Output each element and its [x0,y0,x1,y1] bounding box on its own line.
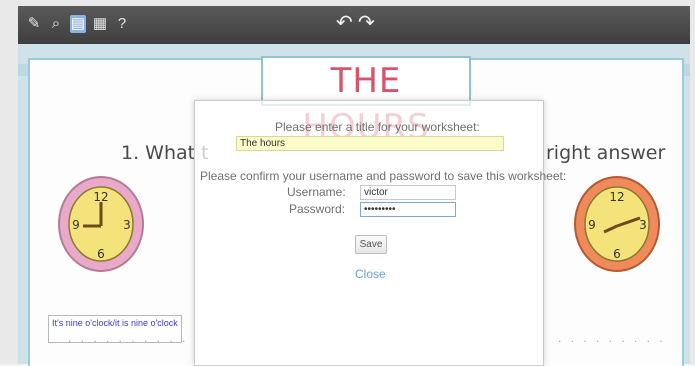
save-worksheet-dialog: Please enter a title for your worksheet:… [194,100,566,366]
svg-text:6: 6 [97,247,105,261]
undo-icon[interactable]: ↶ [336,13,353,33]
answer-dotted-line-right: . . . . . . . . . [558,331,666,345]
svg-text:6: 6 [613,247,621,261]
edit-icon[interactable]: ✎ [26,15,42,33]
close-link[interactable]: Close [355,267,386,281]
answer-dotted-line: . . . . . . . . . . [68,331,189,345]
svg-text:12: 12 [609,190,624,204]
worksheet-title-box[interactable]: THE HOURS [261,56,471,147]
password-label: Password: [289,202,346,216]
confirm-prompt-label: Please confirm your username and passwor… [200,169,567,183]
save-icon[interactable]: ▤ [70,15,86,33]
print-icon[interactable]: ▦ [92,15,108,33]
app-frame: ✎ ⌕ ▤ ▦ ? ↶ ↷ THE HOURS 1. What t right … [0,0,695,366]
question-text-right: right answer [546,142,666,164]
clock-right-image: 12 9 3 6 [574,176,660,272]
title-prompt-label: Please enter a title for your worksheet: [275,120,480,134]
save-button[interactable]: Save [355,235,387,254]
help-icon[interactable]: ? [114,15,130,33]
username-label: Username: [287,185,346,199]
svg-text:3: 3 [639,218,647,232]
clock-left-image: 12 9 3 6 [58,176,144,272]
svg-text:9: 9 [588,218,596,232]
toolbar: ✎ ⌕ ▤ ▦ ? ↶ ↷ [18,6,690,44]
password-input[interactable] [360,202,456,217]
preview-icon[interactable]: ⌕ [48,15,64,33]
svg-text:3: 3 [123,218,131,232]
svg-text:9: 9 [72,218,80,232]
svg-text:12: 12 [93,190,108,204]
redo-icon[interactable]: ↷ [358,13,375,33]
worksheet-title-input[interactable] [236,136,504,151]
username-input[interactable] [360,185,456,200]
